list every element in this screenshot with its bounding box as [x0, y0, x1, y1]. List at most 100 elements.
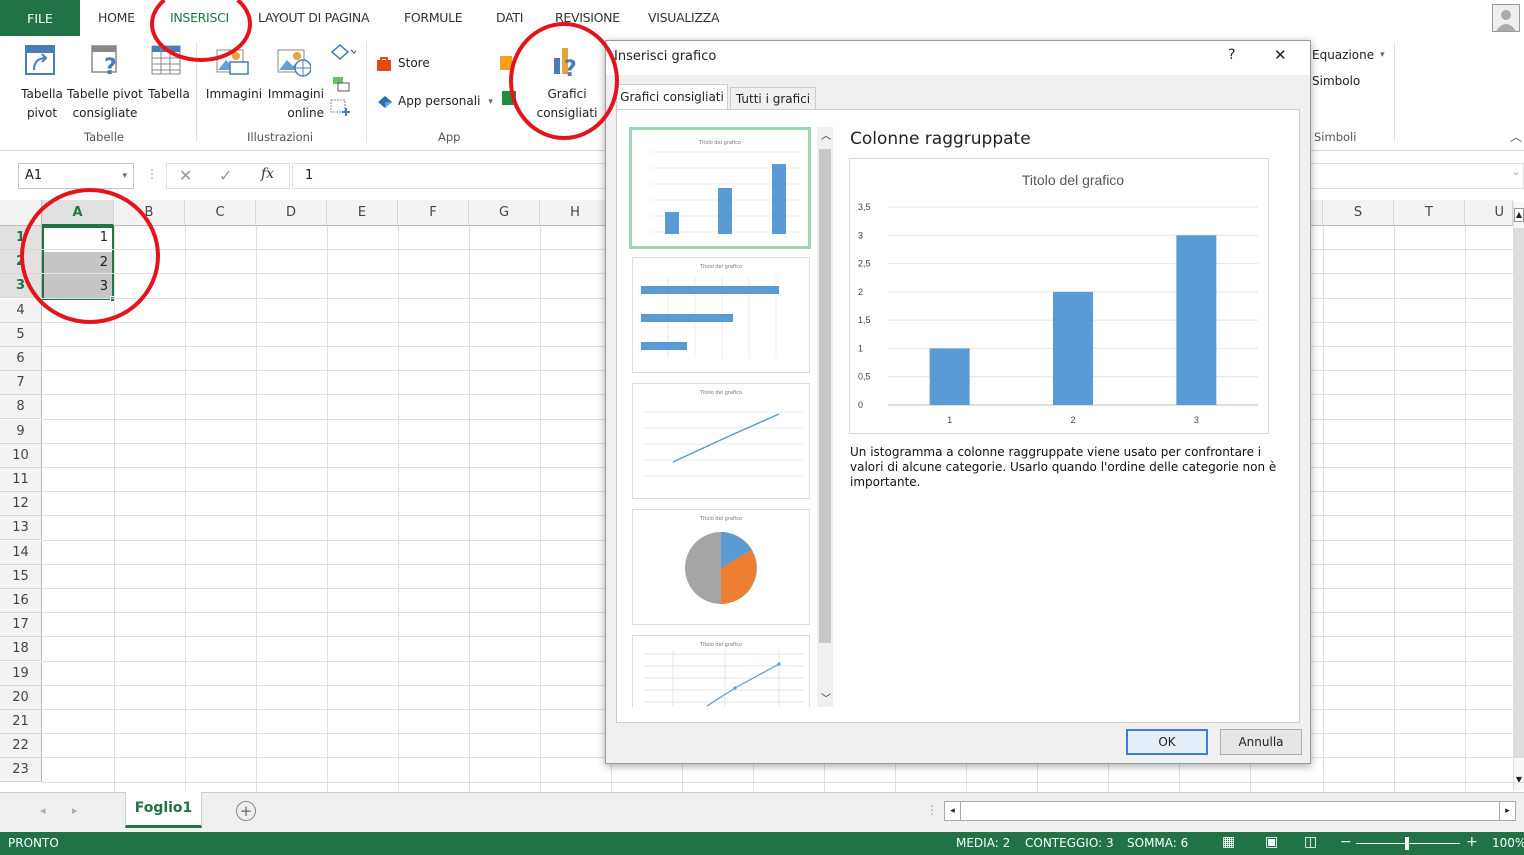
tabella-label: Tabella	[148, 87, 190, 101]
annulla-button[interactable]: Annulla	[1220, 729, 1302, 755]
app-personali-button[interactable]: App personali ▾	[376, 92, 493, 111]
zoom-in-icon[interactable]: +	[1466, 834, 1478, 850]
row-header-19[interactable]: 19	[0, 661, 42, 686]
scroll-left-icon[interactable]: ◂	[945, 802, 961, 820]
smartart-icon[interactable]	[332, 76, 350, 95]
tabella-pivot-button[interactable]	[22, 44, 62, 76]
row-header-20[interactable]: 20	[0, 685, 42, 710]
row-header-11[interactable]: 11	[0, 468, 42, 492]
tab-grafici-consigliati[interactable]: Grafici consigliati	[616, 84, 728, 110]
row-header-12[interactable]: 12	[0, 492, 42, 517]
tab-visualizza[interactable]: VISUALIZZA	[648, 10, 720, 25]
user-avatar-icon[interactable]	[1492, 4, 1520, 32]
column-header-f[interactable]: F	[398, 200, 469, 226]
immagini-online-button[interactable]	[277, 46, 311, 78]
tab-home[interactable]: HOME	[98, 10, 135, 25]
insert-function-icon[interactable]: fx	[261, 166, 274, 182]
column-header-h[interactable]: H	[540, 200, 611, 226]
y-tick-label: 1,5	[858, 315, 871, 325]
chart-bar	[929, 348, 970, 405]
store-button[interactable]: Store	[376, 54, 430, 73]
tabelle-pivot-consigliate-button[interactable]: ?	[90, 44, 124, 76]
simbolo-button[interactable]: Simbolo	[1312, 72, 1360, 91]
prev-sheet-icon[interactable]: ◂	[40, 804, 46, 817]
add-sheet-icon[interactable]: +	[236, 801, 256, 821]
column-header-s[interactable]: S	[1323, 200, 1394, 226]
thumbnails-scrollbar[interactable]: ︿ ﹀	[817, 127, 833, 707]
column-header-d[interactable]: D	[256, 200, 327, 226]
close-button[interactable]: ✕	[1274, 46, 1287, 64]
tab-dati[interactable]: DATI	[496, 10, 523, 25]
expand-formula-icon[interactable]: ⌄	[1512, 167, 1520, 178]
page-layout-view-icon[interactable]: ▣	[1265, 834, 1278, 850]
shapes-icon[interactable]	[330, 42, 358, 66]
ok-button[interactable]: OK	[1126, 729, 1208, 755]
horizontal-scrollbar[interactable]: ◂ ▸	[944, 801, 1516, 821]
scroll-down-icon[interactable]: ﹀	[821, 690, 831, 705]
thumb-scatter[interactable]: Titolo del grafico	[632, 635, 810, 707]
y-tick-label: 3	[858, 230, 863, 240]
row-header-8[interactable]: 8	[0, 395, 42, 420]
clustered-bar-thumb: Titolo del grafico	[641, 264, 779, 358]
row-header-9[interactable]: 9	[0, 419, 42, 444]
group-illustrazioni: Illustrazioni	[247, 130, 314, 144]
column-header-e[interactable]: E	[327, 200, 398, 226]
thumb-clustered-bar[interactable]: Titolo del grafico	[632, 257, 810, 373]
row-header-10[interactable]: 10	[0, 443, 42, 468]
row-header-17[interactable]: 17	[0, 613, 42, 638]
name-box[interactable]: A1 ▾	[18, 163, 134, 189]
tab-tutti-i-grafici[interactable]: Tutti i grafici	[730, 87, 816, 110]
column-header-g[interactable]: G	[469, 200, 540, 226]
column-gridline	[1323, 226, 1324, 792]
row-header-14[interactable]: 14	[0, 540, 42, 565]
column-header-t[interactable]: T	[1394, 200, 1465, 226]
cancel-icon[interactable]: ✕	[179, 166, 192, 185]
zoom-out-icon[interactable]: −	[1340, 834, 1352, 850]
thumb-pie[interactable]: Titolo del grafico	[632, 509, 810, 625]
thumb-line[interactable]: Titolo del grafico	[632, 383, 810, 499]
help-button[interactable]: ?	[1228, 47, 1235, 63]
tab-file[interactable]: FILE	[0, 0, 80, 36]
screenshot-icon[interactable]	[330, 98, 356, 119]
scrollbar-thumb[interactable]	[819, 149, 831, 643]
equazione-button[interactable]: Equazione ▾	[1312, 46, 1385, 65]
column-gridline	[540, 226, 541, 792]
row-header-6[interactable]: 6	[0, 347, 42, 371]
svg-text:Titolo del grafico: Titolo del grafico	[698, 140, 741, 146]
confirm-icon[interactable]: ✓	[219, 166, 232, 185]
row-header-7[interactable]: 7	[0, 371, 42, 396]
scroll-up-icon[interactable]: ▲	[1514, 208, 1524, 222]
group-simboli: Simboli	[1314, 130, 1357, 144]
zoom-slider-thumb[interactable]	[1405, 837, 1409, 850]
sheet-tab-foglio1[interactable]: Foglio1	[125, 792, 202, 828]
row-header-21[interactable]: 21	[0, 710, 42, 734]
row-header-13[interactable]: 13	[0, 516, 42, 541]
column-header-u[interactable]: U	[1465, 200, 1513, 226]
thumb-clustered-column[interactable]: Titolo del grafico	[629, 127, 811, 249]
scroll-right-icon[interactable]: ▸	[1499, 802, 1515, 820]
next-sheet-icon[interactable]: ▸	[72, 804, 78, 817]
splitter-dots-icon[interactable]: ⋮	[926, 803, 938, 817]
page-break-view-icon[interactable]: ◫	[1304, 834, 1317, 850]
row-header-5[interactable]: 5	[0, 322, 42, 347]
vertical-scrollbar[interactable]: ▲ ▼	[1513, 202, 1524, 790]
tab-layout-di-pagina[interactable]: LAYOUT DI PAGINA	[258, 10, 370, 25]
row-header-4[interactable]: 4	[0, 298, 42, 323]
row-header-23[interactable]: 23	[0, 758, 42, 783]
row-header-22[interactable]: 22	[0, 734, 42, 759]
y-tick-label: 0,5	[858, 372, 871, 382]
row-header-15[interactable]: 15	[0, 564, 42, 589]
column-header-c[interactable]: C	[185, 200, 256, 226]
ribbon-separator	[366, 42, 367, 142]
collapse-ribbon-icon[interactable]: ︿	[1510, 128, 1522, 145]
row-header-18[interactable]: 18	[0, 637, 42, 662]
dialog-titlebar: Inserisci grafico ? ✕	[606, 41, 1310, 75]
tab-formule[interactable]: FORMULE	[404, 10, 463, 25]
row-header-16[interactable]: 16	[0, 589, 42, 613]
svg-text:?: ?	[104, 55, 117, 76]
store-bag-icon	[377, 56, 391, 71]
scrollbar-thumb[interactable]	[1514, 228, 1524, 758]
normal-view-icon[interactable]: ▦	[1222, 834, 1235, 850]
zoom-level[interactable]: 100%	[1492, 836, 1524, 850]
scroll-up-icon[interactable]: ︿	[821, 127, 831, 142]
